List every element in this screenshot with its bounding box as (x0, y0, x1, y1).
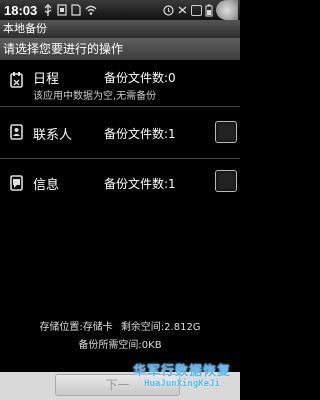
status-avatar (216, 0, 238, 20)
item-name: 联系人 (33, 128, 73, 143)
wifi-icon (85, 5, 97, 15)
contacts-icon (10, 124, 23, 140)
usb-icon (44, 4, 52, 16)
status-bar: 18:03 (0, 0, 240, 20)
sync-icon (178, 6, 187, 14)
notification-icons (43, 4, 97, 16)
signal-icon (191, 4, 202, 16)
watermark: 华军行数据恢复 HuaJunXingKeJi (124, 360, 240, 389)
required-space: 备份所需空间:0KB (78, 340, 162, 351)
status-right-icons (163, 0, 238, 20)
status-time: 18:03 (4, 2, 38, 18)
backup-item-contacts[interactable]: 联系人 备份文件数:1 (0, 107, 240, 157)
watermark-cn: 华军行数据恢复 (132, 364, 231, 379)
item-count: 备份文件数:0 (104, 71, 176, 85)
prompt-heading: 请选择您要进行的操作 (0, 38, 240, 60)
watermark-en: HuaJunXingKeJi (144, 379, 220, 389)
battery-icon (205, 4, 213, 16)
calendar-icon (10, 72, 23, 88)
messages-checkbox[interactable] (215, 170, 237, 192)
window-title: 本地备份 (0, 20, 240, 38)
messages-icon (10, 175, 23, 191)
storage-info: 存储位置:存储卡 剩余空间:2.812G (0, 318, 240, 333)
item-name: 日程 (33, 72, 60, 87)
backup-item-calendar: 日程 备份文件数:0 该应用中数据为空,无需备份 (0, 60, 240, 105)
alarm-icon (163, 5, 174, 16)
sd-icon (71, 4, 81, 16)
storage-location: 存储位置:存储卡 (39, 322, 113, 333)
contacts-checkbox[interactable] (215, 121, 237, 143)
item-subtitle: 该应用中数据为空,无需备份 (33, 91, 157, 102)
item-count: 备份文件数:1 (104, 127, 176, 141)
backup-item-messages[interactable]: 信息 备份文件数:1 (0, 159, 240, 209)
free-space: 剩余空间:2.812G (120, 322, 201, 333)
item-name: 信息 (33, 178, 60, 193)
item-count: 备份文件数:1 (104, 177, 176, 191)
sim-icon (57, 4, 67, 16)
